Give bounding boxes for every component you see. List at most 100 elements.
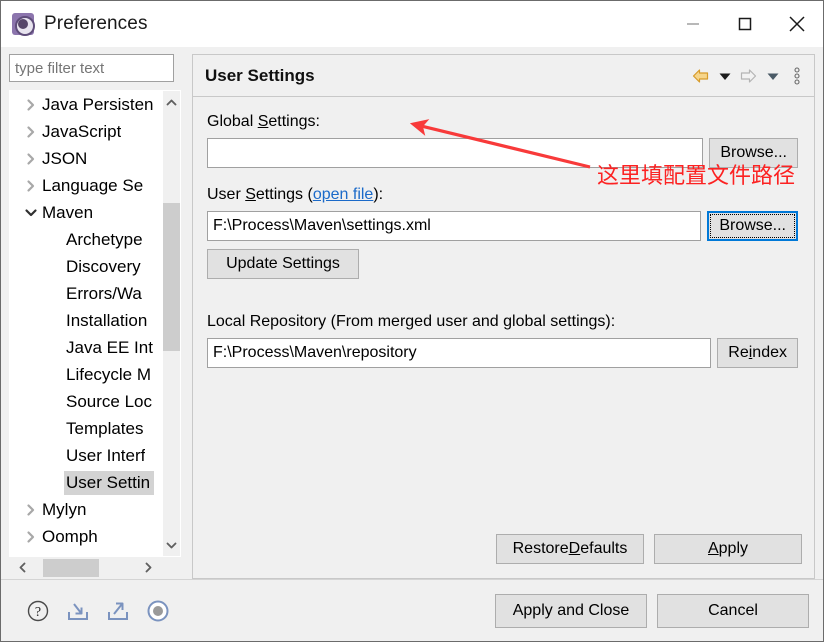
chevron-right-icon[interactable] [20, 121, 42, 143]
preferences-dialog: Preferences type filter text Java Persis… [0, 0, 824, 642]
chevron-right-icon[interactable] [20, 94, 42, 116]
tree-item-user-interface[interactable]: User Interf [10, 442, 163, 469]
tree-item-label: Archetype [66, 229, 143, 249]
tree-item-label: Mylyn [42, 499, 87, 519]
maximize-button[interactable] [719, 1, 771, 47]
user-settings-label-mid: ettings ( [255, 186, 313, 203]
tree-item-label: Source Loc [66, 391, 152, 411]
restore-defaults-mnemonic: D [568, 540, 581, 557]
forward-arrow-icon[interactable] [739, 66, 758, 86]
tree-item-mylyn[interactable]: Mylyn [10, 496, 163, 523]
preference-page-header: User Settings [193, 55, 814, 97]
apply-and-close-button[interactable]: Apply and Close [495, 593, 647, 628]
tree-item-templates[interactable]: Templates [10, 415, 163, 442]
local-repository-row: Reindex [207, 338, 798, 368]
dialog-action-buttons: Apply and Close Cancel [495, 593, 809, 628]
tree-item-user-settings[interactable]: User Settin [10, 469, 163, 496]
tree-item-json[interactable]: JSON [10, 145, 163, 172]
preference-page-content: Global Settings: Browse... User Settings… [193, 97, 814, 534]
tree-item-errors-warnings[interactable]: Errors/Wa [10, 280, 163, 307]
open-file-link[interactable]: open file [313, 186, 374, 203]
update-settings-button[interactable]: Update Settings [207, 249, 359, 279]
user-settings-input[interactable] [207, 211, 702, 241]
global-settings-label-pre: Global [207, 113, 258, 130]
preference-page: User Settings Global Settings: Browse...… [192, 54, 815, 579]
svg-text:?: ? [35, 605, 41, 620]
global-settings-label-post: ettings: [268, 113, 320, 130]
tree-item-label: User Settin [64, 470, 155, 495]
chevron-down-icon[interactable] [163, 534, 180, 556]
chevron-right-icon[interactable] [138, 557, 158, 577]
view-menu-icon[interactable] [787, 66, 806, 86]
chevron-up-icon[interactable] [163, 91, 180, 113]
tree-item-oomph[interactable]: Oomph [10, 523, 163, 550]
chevron-right-icon[interactable] [20, 499, 42, 521]
restore-defaults-post: efaults [580, 540, 628, 557]
tree-item-discovery[interactable]: Discovery [10, 253, 163, 280]
import-preferences-icon[interactable] [65, 598, 91, 624]
tree-item-label: Discovery [66, 256, 141, 276]
global-settings-mnemonic: S [257, 113, 269, 130]
preference-tree[interactable]: Java Persisten JavaScript JSON Language … [10, 91, 163, 556]
global-settings-label: Global Settings: [207, 113, 798, 131]
reindex-button[interactable]: Re i ndex [717, 338, 798, 368]
tree-item-maven[interactable]: Maven [10, 199, 163, 226]
filter-input[interactable] [9, 54, 174, 82]
page-title: User Settings [205, 65, 315, 85]
tree-item-lifecycle-mappings[interactable]: Lifecycle M [10, 361, 163, 388]
tree-item-label: Oomph [42, 526, 98, 546]
chevron-right-icon[interactable] [20, 526, 42, 548]
footer-icon-bar: ? [25, 598, 171, 624]
chevron-down-icon[interactable] [20, 202, 42, 224]
reindex-label-post: ndex [752, 344, 787, 361]
oomph-recorder-icon[interactable] [145, 598, 171, 624]
restore-defaults-button[interactable]: Restore Defaults [496, 534, 644, 564]
tree-item-label: Lifecycle M [66, 364, 152, 384]
help-icon[interactable]: ? [25, 598, 51, 624]
tree-item-java-persistence[interactable]: Java Persisten [10, 91, 163, 118]
tree-item-label: Java EE Int [66, 337, 153, 357]
apply-button[interactable]: Apply [654, 534, 802, 564]
tree-horizontal-scroll-thumb[interactable] [43, 559, 99, 577]
chevron-right-icon[interactable] [20, 175, 42, 197]
window-controls [667, 1, 823, 47]
minimize-button[interactable] [667, 1, 719, 47]
preference-page-buttons: Restore Defaults Apply [193, 534, 814, 578]
export-preferences-icon[interactable] [105, 598, 131, 624]
tree-item-source-lookup[interactable]: Source Loc [10, 388, 163, 415]
page-header-toolbar [691, 55, 806, 97]
tree-item-label: Templates [66, 418, 144, 438]
tree-horizontal-scrollbar[interactable] [9, 557, 181, 579]
preferences-gear-icon [12, 13, 35, 36]
back-arrow-icon[interactable] [691, 66, 710, 86]
cancel-button[interactable]: Cancel [657, 593, 809, 628]
preference-tree-panel: Java Persisten JavaScript JSON [1, 47, 188, 579]
tree-item-label: User Interf [66, 445, 146, 465]
tree-item-java-ee-integration[interactable]: Java EE Int [10, 334, 163, 361]
user-settings-label-post: ): [373, 186, 384, 203]
user-settings-browse-button[interactable]: Browse... [707, 211, 798, 241]
tree-item-label: JavaScript [42, 121, 122, 141]
forward-dropdown-icon[interactable] [763, 66, 782, 86]
chevron-left-icon[interactable] [12, 557, 32, 577]
reindex-label-pre: Re [728, 344, 749, 361]
tree-vertical-scroll-thumb[interactable] [163, 203, 180, 351]
local-repository-input[interactable] [207, 338, 712, 368]
apply-mnemonic: A [707, 540, 719, 557]
user-settings-mnemonic: S [245, 186, 256, 203]
local-repository-label: Local Repository (From merged user and g… [207, 313, 616, 330]
restore-defaults-pre: Restore [512, 540, 569, 557]
tree-item-installations[interactable]: Installation [10, 307, 163, 334]
close-button[interactable] [771, 1, 823, 47]
chevron-right-icon[interactable] [20, 148, 42, 170]
title-bar: Preferences [1, 1, 823, 47]
back-dropdown-icon[interactable] [715, 66, 734, 86]
tree-item-language-servers[interactable]: Language Se [10, 172, 163, 199]
user-settings-row: Browse... [207, 211, 798, 241]
user-settings-label-pre: User [207, 186, 246, 203]
dialog-footer: ? Apply and Close Cancel [1, 579, 823, 641]
apply-post: pply [718, 540, 749, 557]
tree-vertical-scrollbar[interactable] [163, 91, 180, 556]
tree-item-javascript[interactable]: JavaScript [10, 118, 163, 145]
tree-item-archetypes[interactable]: Archetype [10, 226, 163, 253]
